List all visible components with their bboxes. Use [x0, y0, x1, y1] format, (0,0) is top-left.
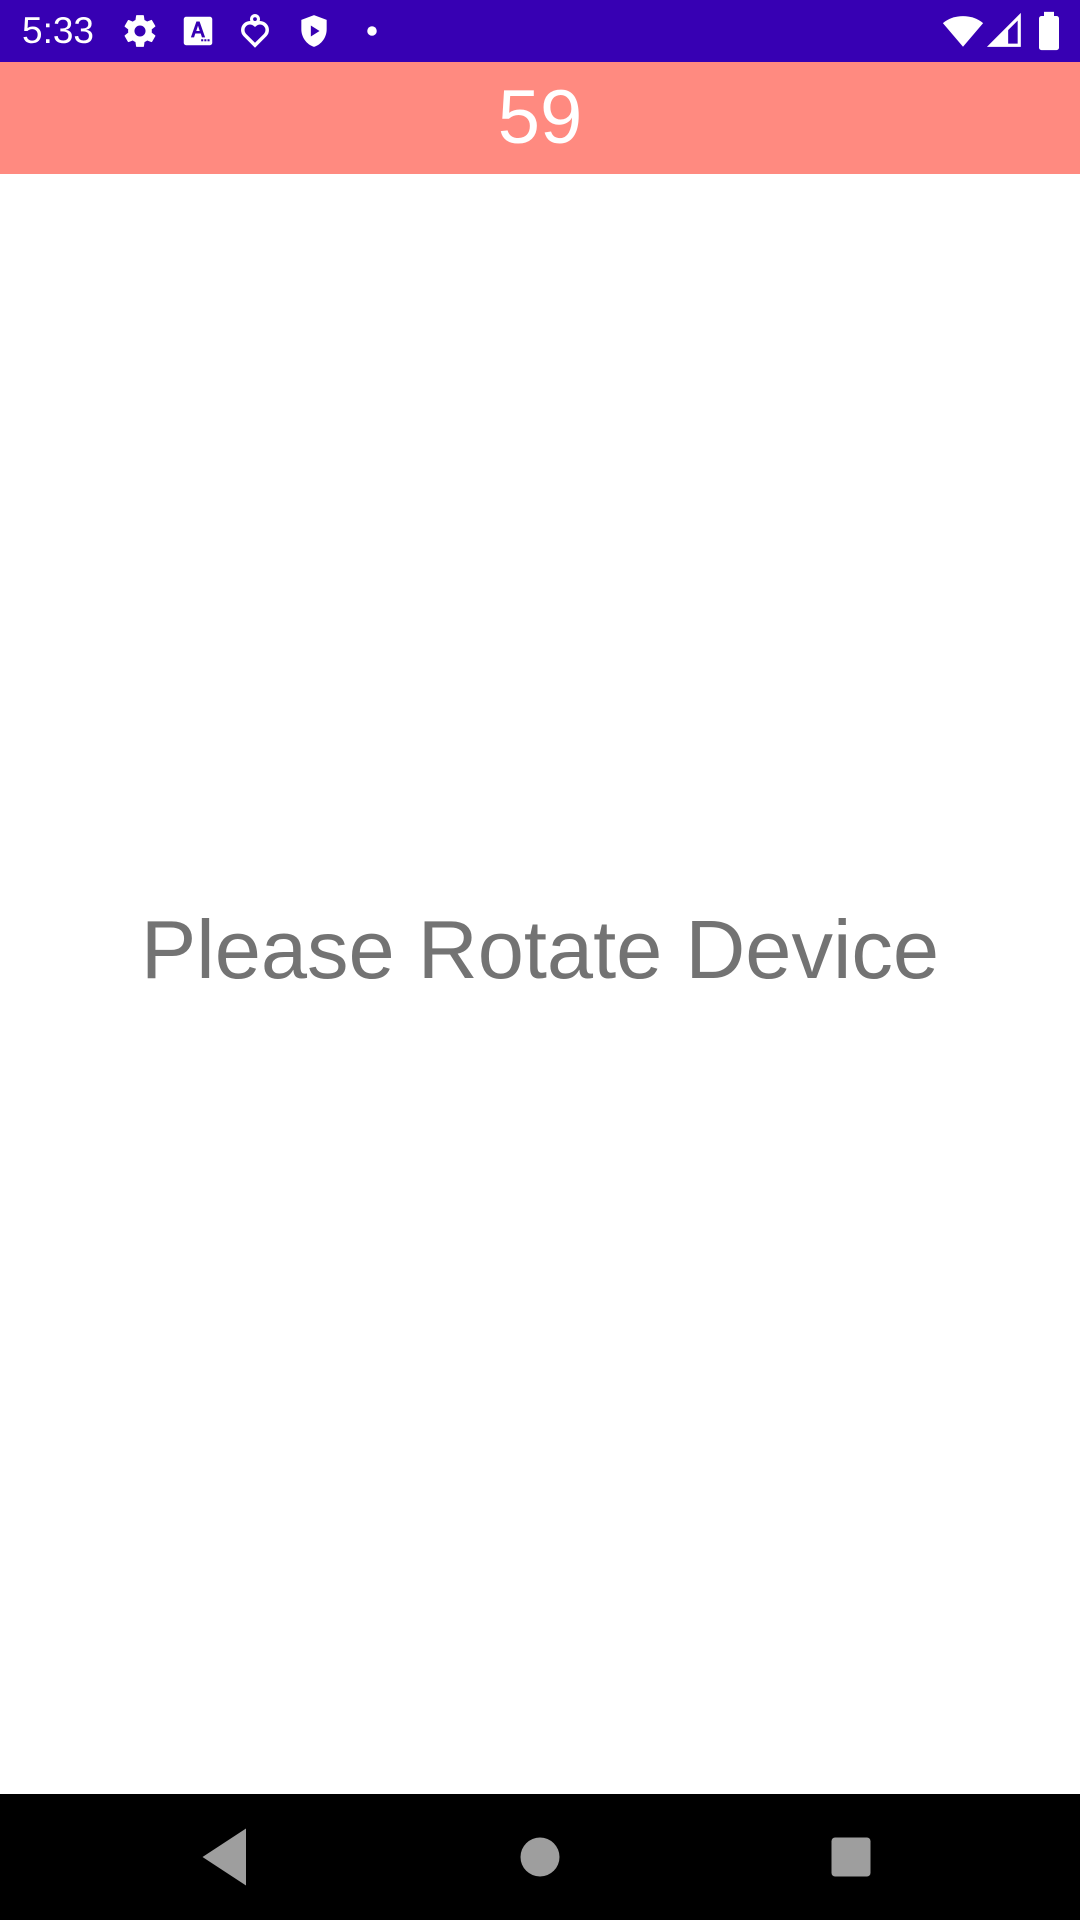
rotate-device-message: Please Rotate Device [140, 903, 940, 996]
navigation-bar [0, 1794, 1080, 1920]
cellular-signal-icon [986, 12, 1024, 50]
settings-icon [121, 12, 159, 50]
header-bar: 59 [0, 62, 1080, 174]
shield-play-icon [295, 12, 333, 50]
main-content: Please Rotate Device [0, 174, 1080, 1794]
status-time: 5:33 [22, 10, 95, 51]
home-icon[interactable] [504, 1821, 576, 1893]
font-a-icon [179, 12, 217, 50]
wifi-icon [942, 10, 984, 52]
recents-icon[interactable] [815, 1821, 887, 1893]
location-pin-icon [236, 12, 274, 50]
status-bar: 5:33 [0, 0, 1080, 62]
back-icon[interactable] [192, 1821, 264, 1893]
battery-icon [1035, 11, 1063, 51]
notification-dot-icon [353, 12, 391, 50]
counter-value: 59 [497, 75, 583, 160]
